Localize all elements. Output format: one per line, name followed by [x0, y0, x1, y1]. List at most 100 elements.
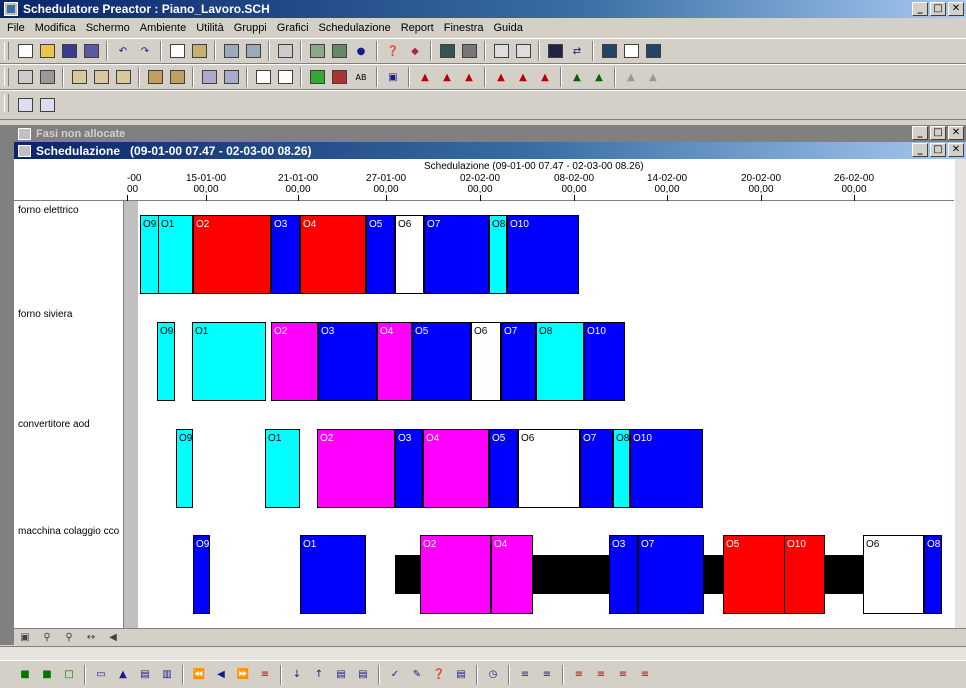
new-file-icon[interactable] — [16, 42, 34, 60]
menu-grafici[interactable]: Grafici — [272, 22, 314, 34]
align-icon[interactable]: ≡ — [256, 666, 274, 684]
split-icon[interactable]: ⇄ — [568, 42, 586, 60]
operation-block[interactable]: O7 — [501, 322, 536, 401]
operation-block[interactable]: O4 — [423, 429, 489, 508]
minimize-button[interactable]: _ — [912, 2, 928, 16]
vertical-scrollbar[interactable] — [954, 159, 966, 628]
level-1-icon[interactable]: ≡ — [570, 666, 588, 684]
clock-icon[interactable]: ◷ — [484, 666, 502, 684]
menu-utilita[interactable]: Utilità — [191, 22, 229, 34]
operation-block[interactable]: O9 — [157, 322, 175, 401]
order-edit-icon[interactable] — [114, 68, 132, 86]
book-icon[interactable] — [330, 42, 348, 60]
gantt-icon[interactable]: ▭ — [92, 666, 110, 684]
sheet-alt-icon[interactable] — [38, 96, 56, 114]
find-icon[interactable]: ▣ — [384, 68, 402, 86]
resource-icon[interactable] — [438, 42, 456, 60]
operation-block[interactable]: O3 — [318, 322, 377, 401]
layout-icon[interactable] — [600, 42, 618, 60]
calendar-icon[interactable] — [308, 42, 326, 60]
operation-block[interactable]: O8 — [536, 322, 584, 401]
frame-icon[interactable] — [622, 42, 640, 60]
schedule-minimize-button[interactable]: _ — [912, 143, 928, 157]
menu-ambiente[interactable]: Ambiente — [135, 22, 191, 34]
menu-file[interactable]: File — [2, 22, 30, 34]
zoom-out-icon[interactable]: ⚲ — [38, 629, 56, 647]
operation-block[interactable]: O4 — [377, 322, 412, 401]
filter-icon[interactable]: ▤ — [332, 666, 350, 684]
help-pointer-icon[interactable]: ❓ — [384, 42, 402, 60]
operation-block[interactable]: O1 — [192, 322, 266, 401]
horizontal-scrollbar[interactable] — [0, 646, 966, 660]
list-view-icon[interactable] — [254, 68, 272, 86]
zoom-in-icon[interactable]: ⚲ — [60, 629, 78, 647]
rule-7-icon[interactable]: ▲ — [644, 68, 662, 86]
operation-block[interactable]: O7 — [580, 429, 613, 508]
resource-label[interactable]: macchina colaggio cco — [18, 526, 119, 537]
panel-icon[interactable] — [546, 42, 564, 60]
menu-schedulazione[interactable]: Schedulazione — [314, 22, 396, 34]
zoom-reset-icon[interactable]: ↔ — [82, 629, 100, 647]
operation-block[interactable]: O6 — [395, 215, 424, 294]
unallocated-maximize-button[interactable]: □ — [930, 126, 946, 140]
move-back-icon[interactable]: ⏪ — [190, 666, 208, 684]
menu-guida[interactable]: Guida — [489, 22, 528, 34]
open-folder-icon[interactable] — [38, 42, 56, 60]
check-icon[interactable]: ✓ — [386, 666, 404, 684]
maximize-button[interactable]: □ — [930, 2, 946, 16]
operation-block[interactable]: O10 — [507, 215, 579, 294]
operation-block[interactable]: O6 — [863, 535, 924, 614]
chart-icon[interactable]: ▲ — [114, 666, 132, 684]
operation-block[interactable]: O9 — [140, 215, 159, 294]
operation-block[interactable]: O8 — [924, 535, 942, 614]
sort-asc-icon[interactable]: ↓ — [288, 666, 306, 684]
close-button[interactable]: ✕ — [948, 2, 964, 16]
lock-all-icon[interactable]: ■ — [38, 666, 56, 684]
properties-icon[interactable]: ▤ — [452, 666, 470, 684]
operation-block[interactable]: O3 — [395, 429, 423, 508]
schedule-window-title[interactable]: Schedulazione (09-01-00 07.47 - 02-03-00… — [14, 142, 966, 159]
tile-icon[interactable] — [514, 42, 532, 60]
operation-block[interactable]: O9 — [193, 535, 210, 614]
operation-block[interactable]: O6 — [471, 322, 501, 401]
order-icon[interactable] — [70, 68, 88, 86]
operation-block[interactable]: O6 — [518, 429, 580, 508]
unallocated-close-button[interactable]: ✕ — [948, 126, 964, 140]
view-table-icon[interactable] — [222, 42, 240, 60]
trash-icon[interactable] — [460, 42, 478, 60]
detail-view-icon[interactable] — [276, 68, 294, 86]
operation-block[interactable]: O2 — [317, 429, 395, 508]
operation-block[interactable]: O1 — [158, 215, 193, 294]
operation-block[interactable]: O9 — [176, 429, 193, 508]
operation-block[interactable]: O4 — [300, 215, 366, 294]
unallocated-window-title[interactable]: Fasi non allocate _ □ ✕ — [14, 125, 966, 142]
operation-block[interactable]: O5 — [412, 322, 471, 401]
copy-order-icon[interactable] — [146, 68, 164, 86]
menu-report[interactable]: Report — [396, 22, 439, 34]
scroll-left-icon[interactable]: ◀ — [104, 629, 122, 647]
operation-block[interactable]: O4 — [491, 535, 533, 614]
sequencer-backward-icon[interactable]: ▲ — [460, 68, 478, 86]
move-forward-icon[interactable]: ⏩ — [234, 666, 252, 684]
report-icon[interactable]: ▥ — [158, 666, 176, 684]
zoom-fit-icon[interactable]: ▣ — [16, 629, 34, 647]
reschedule-icon[interactable]: ≡ — [516, 666, 534, 684]
window-icon[interactable] — [276, 42, 294, 60]
level-3-icon[interactable]: ≡ — [614, 666, 632, 684]
reschedule-alt-icon[interactable]: ≡ — [538, 666, 556, 684]
text-ab-icon[interactable]: AB — [352, 68, 370, 86]
operation-block[interactable]: O2 — [271, 322, 318, 401]
operation-block[interactable]: O5 — [366, 215, 395, 294]
copy-icon[interactable] — [168, 42, 186, 60]
form-view-icon[interactable] — [222, 68, 240, 86]
rule-5-icon[interactable]: ▲ — [590, 68, 608, 86]
unlock-icon[interactable]: □ — [60, 666, 78, 684]
rule-2-icon[interactable]: ▲ — [514, 68, 532, 86]
edit-icon[interactable]: ✎ — [408, 666, 426, 684]
menu-finestra[interactable]: Finestra — [439, 22, 489, 34]
resource-label[interactable]: forno siviera — [18, 309, 72, 320]
level-4-icon[interactable]: ≡ — [636, 666, 654, 684]
menu-schermo[interactable]: Schermo — [81, 22, 135, 34]
sequencer-forward-icon[interactable]: ▲ — [438, 68, 456, 86]
paste-order-icon[interactable] — [168, 68, 186, 86]
